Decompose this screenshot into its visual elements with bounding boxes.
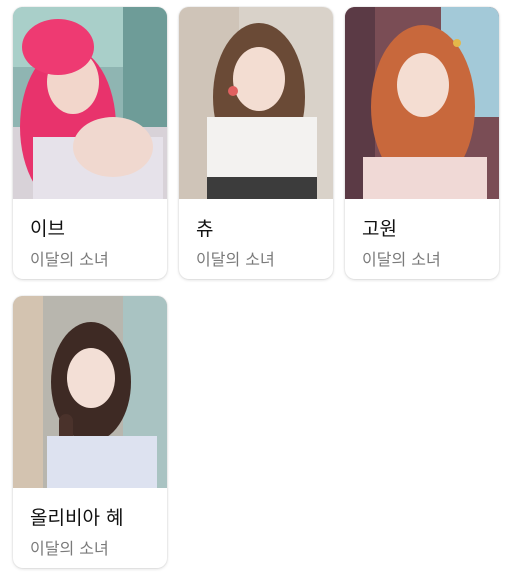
artist-name: 이브 — [30, 218, 65, 240]
artist-name: 고원 — [362, 218, 397, 240]
artist-info: 츄 이달의 소녀 — [179, 199, 333, 279]
artist-card-grid: 이브 이달의 소녀 츄 이달의 소녀 고원 이달의 소녀 올리비아 혜 이달의 … — [0, 0, 508, 580]
artist-photo[interactable] — [179, 7, 333, 199]
portrait-photo-copper-hair — [345, 7, 499, 199]
artist-group: 이달의 소녀 — [362, 250, 441, 269]
artist-group: 이달의 소녀 — [30, 250, 109, 269]
artist-info: 이브 이달의 소녀 — [13, 199, 167, 279]
portrait-photo-pink-hair — [13, 7, 167, 199]
artist-card-olivia-hye[interactable]: 올리비아 혜 이달의 소녀 — [13, 296, 167, 568]
portrait-photo-brown-hair — [179, 7, 333, 199]
artist-photo[interactable] — [13, 296, 167, 488]
artist-info: 고원 이달의 소녀 — [345, 199, 499, 279]
artist-photo[interactable] — [13, 7, 167, 199]
artist-card-gowon[interactable]: 고원 이달의 소녀 — [345, 7, 499, 279]
artist-card-yves[interactable]: 이브 이달의 소녀 — [13, 7, 167, 279]
artist-info: 올리비아 혜 이달의 소녀 — [13, 488, 167, 568]
artist-name: 올리비아 혜 — [30, 507, 124, 529]
artist-card-chuu[interactable]: 츄 이달의 소녀 — [179, 7, 333, 279]
artist-group: 이달의 소녀 — [30, 539, 109, 558]
artist-group: 이달의 소녀 — [196, 250, 275, 269]
artist-photo[interactable] — [345, 7, 499, 199]
portrait-photo-dark-braid — [13, 296, 167, 488]
artist-name: 츄 — [196, 218, 214, 240]
